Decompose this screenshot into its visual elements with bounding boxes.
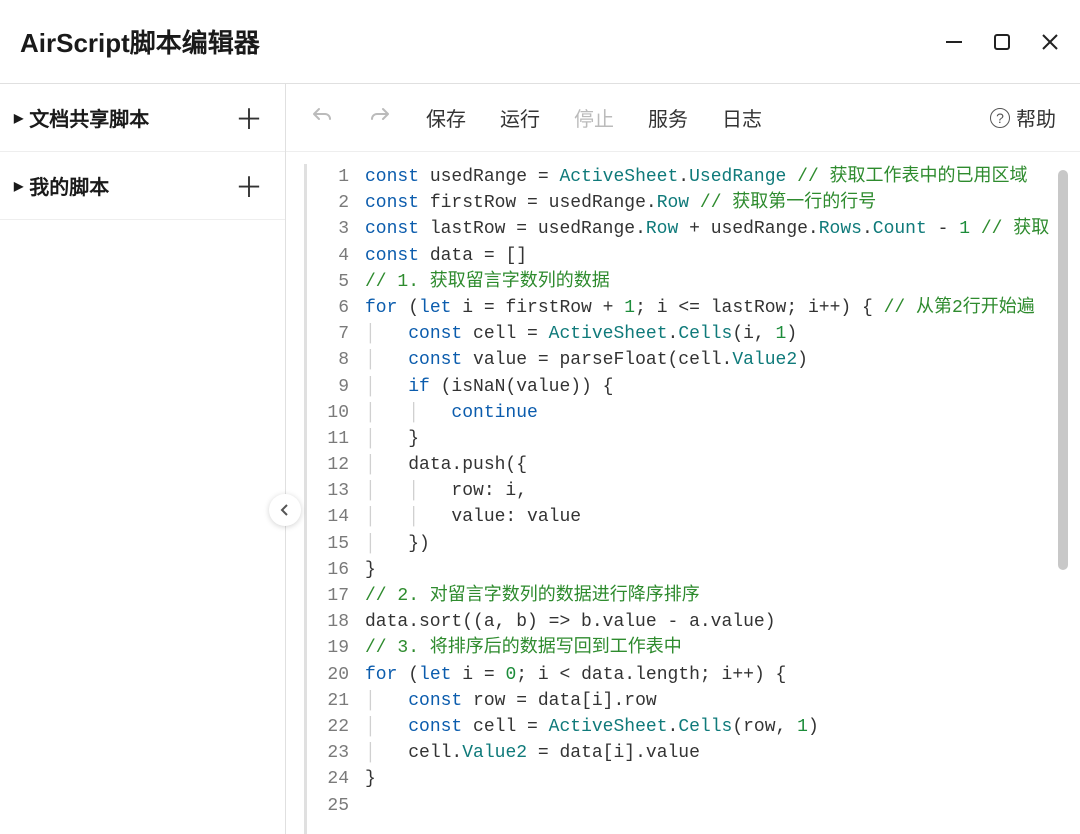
run-button[interactable]: 运行 (500, 103, 540, 132)
redo-button[interactable] (368, 103, 392, 133)
sidebar-item-shared-scripts[interactable]: ▶ 文档共享脚本 ＋ (0, 84, 285, 152)
minimize-icon[interactable] (944, 32, 964, 52)
sidebar: ▶ 文档共享脚本 ＋ ▶ 我的脚本 ＋ (0, 84, 286, 834)
sidebar-item-label: 我的脚本 (29, 171, 109, 200)
help-icon: ? (990, 108, 1010, 128)
log-button[interactable]: 日志 (722, 103, 762, 132)
stop-button: 停止 (574, 103, 614, 132)
service-button[interactable]: 服务 (648, 103, 688, 132)
content-area: 保存 运行 停止 服务 日志 ? 帮助 12345678910111213141… (286, 84, 1080, 834)
chevron-right-icon: ▶ (14, 111, 23, 125)
sidebar-item-label: 文档共享脚本 (29, 103, 149, 132)
vertical-scrollbar[interactable] (1058, 170, 1068, 570)
maximize-icon[interactable] (992, 32, 1012, 52)
chevron-right-icon: ▶ (14, 179, 23, 193)
window-controls (944, 32, 1060, 52)
main: ▶ 文档共享脚本 ＋ ▶ 我的脚本 ＋ 保存 (0, 84, 1080, 834)
line-gutter: 1234567891011121314151617181920212223242… (307, 164, 365, 834)
undo-icon (310, 103, 334, 127)
code-editor[interactable]: 1234567891011121314151617181920212223242… (304, 164, 1070, 834)
collapse-sidebar-button[interactable] (269, 494, 301, 526)
close-icon[interactable] (1040, 32, 1060, 52)
save-button[interactable]: 保存 (426, 103, 466, 132)
toolbar: 保存 运行 停止 服务 日志 ? 帮助 (286, 84, 1080, 152)
app-title: AirScript脚本编辑器 (20, 23, 260, 60)
help-label: 帮助 (1016, 103, 1056, 132)
redo-icon (368, 103, 392, 127)
sidebar-item-my-scripts[interactable]: ▶ 我的脚本 ＋ (0, 152, 285, 220)
help-button[interactable]: ? 帮助 (990, 103, 1056, 132)
undo-button[interactable] (310, 103, 334, 133)
add-shared-script-button[interactable]: ＋ (235, 98, 263, 138)
code-area[interactable]: const usedRange = ActiveSheet.UsedRange … (365, 164, 1070, 834)
chevron-left-icon (278, 503, 292, 517)
titlebar: AirScript脚本编辑器 (0, 0, 1080, 84)
add-my-script-button[interactable]: ＋ (235, 166, 263, 206)
